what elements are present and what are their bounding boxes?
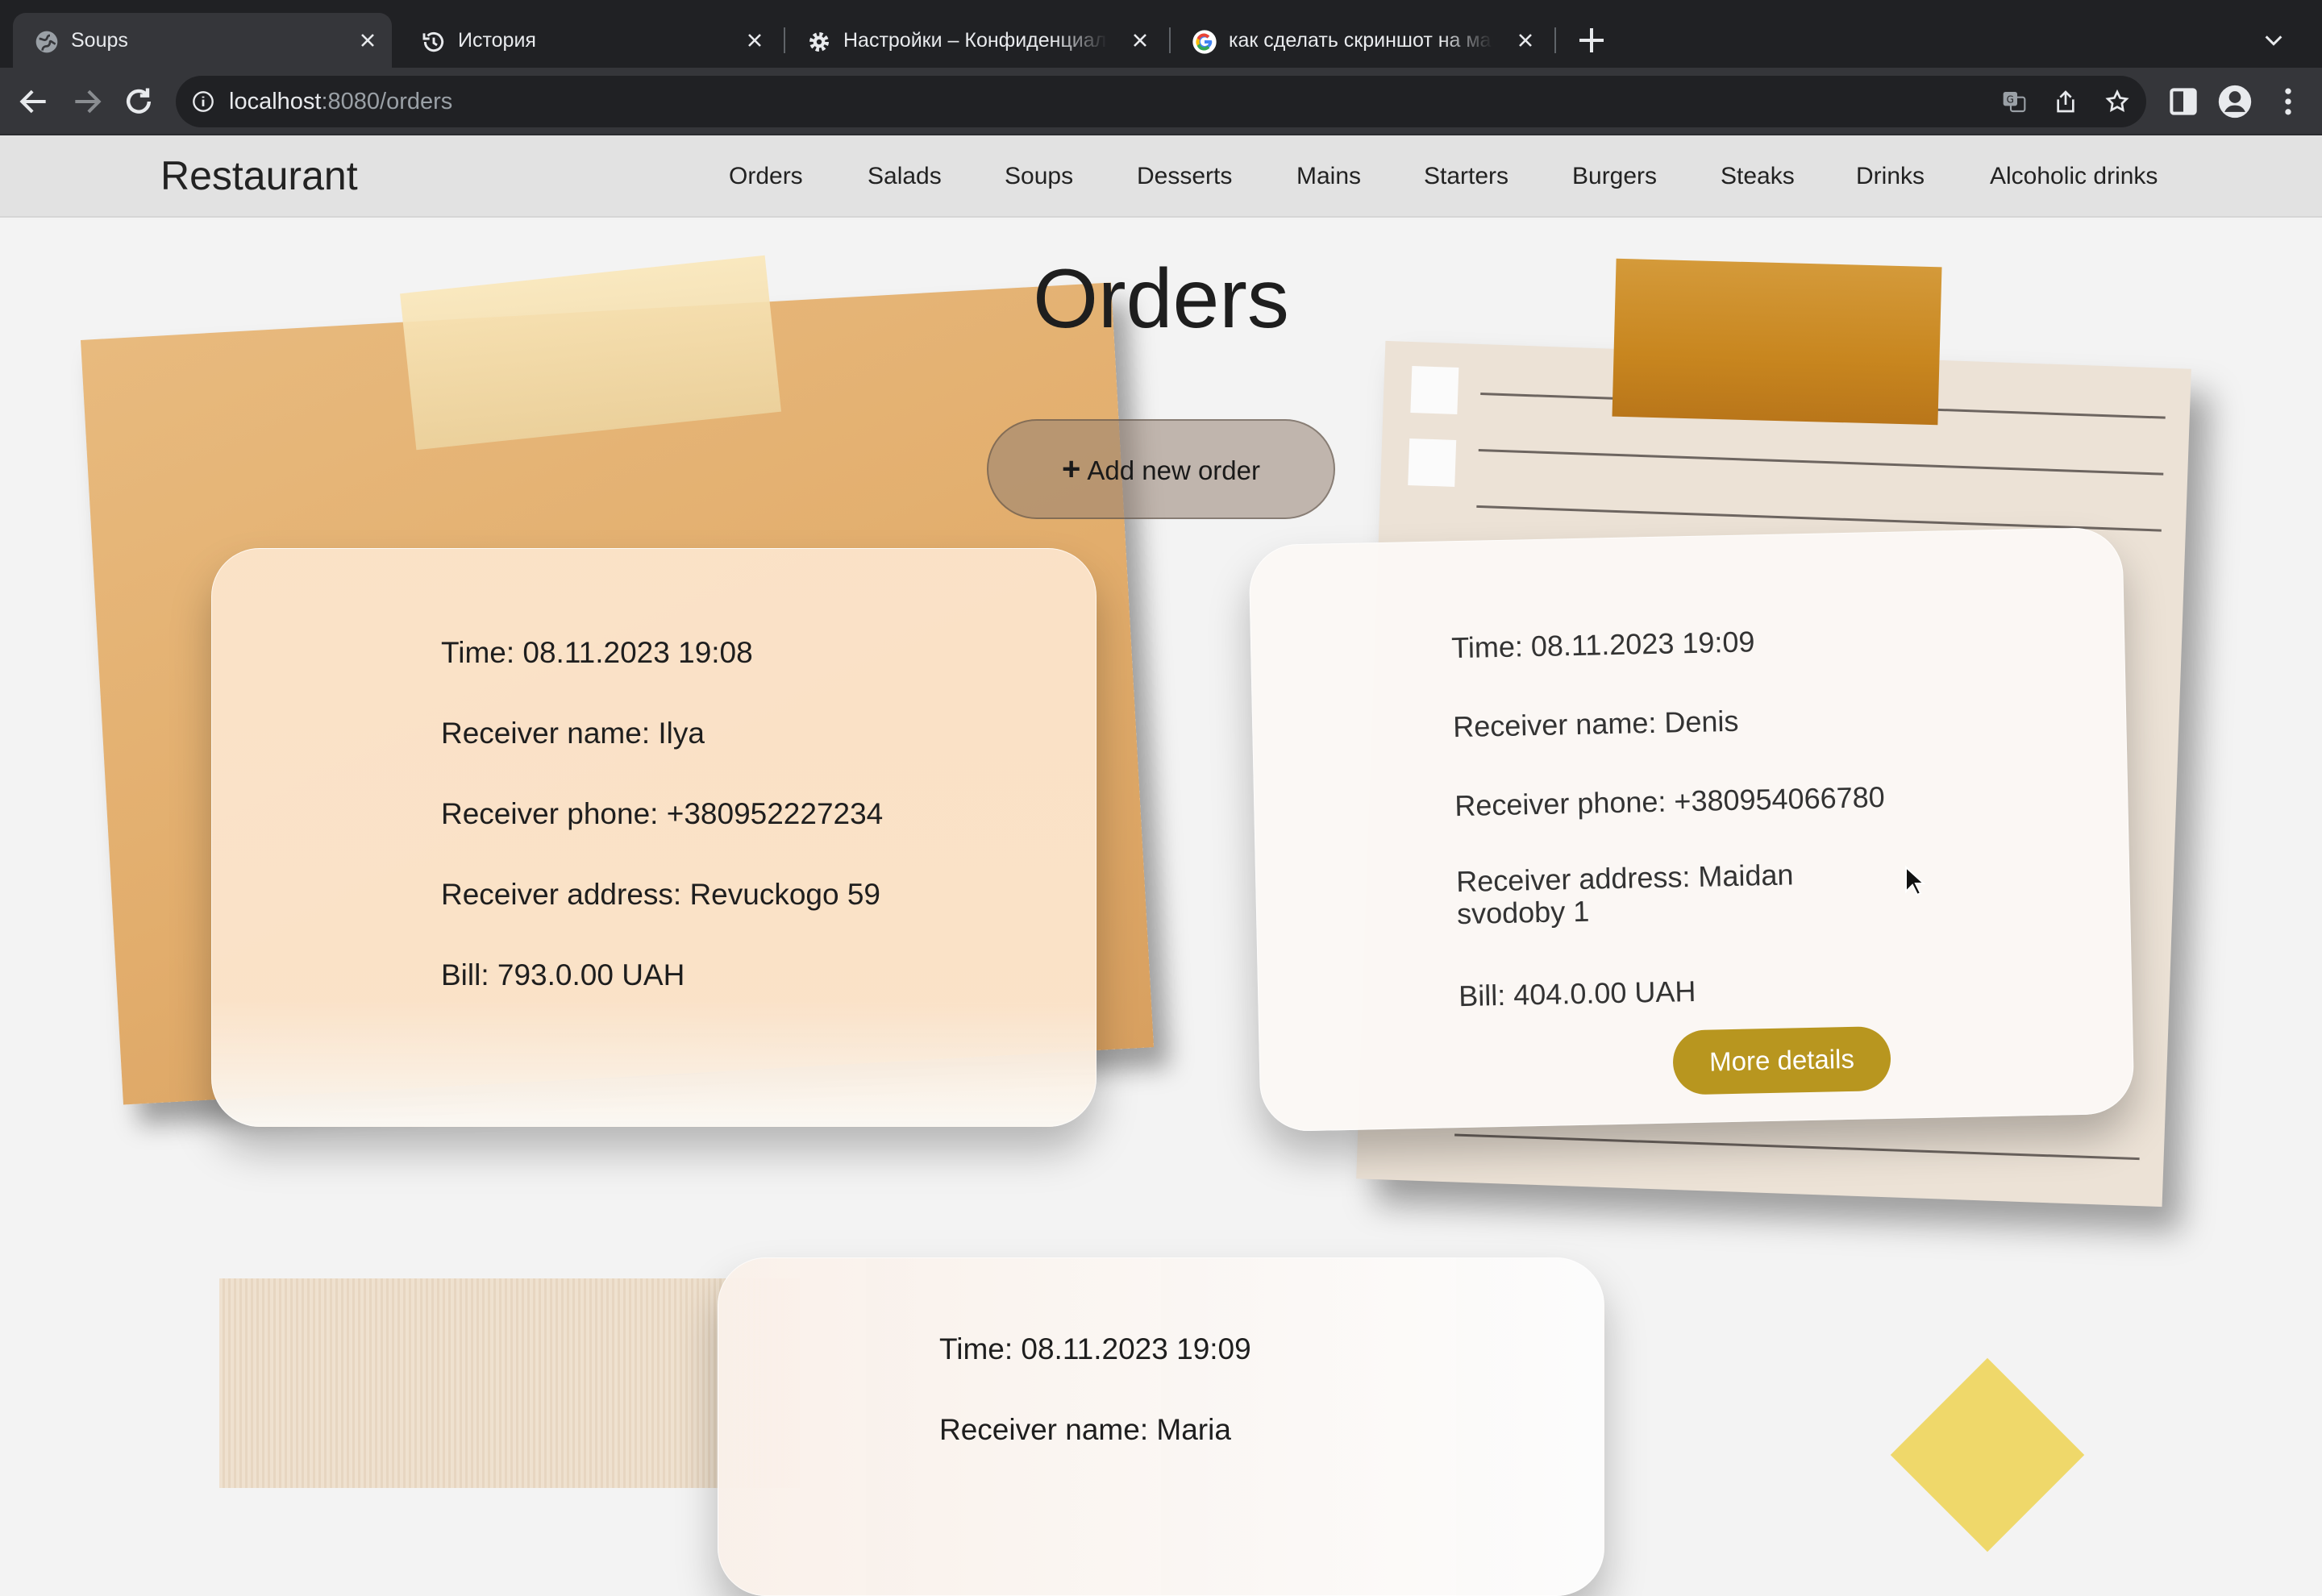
order-card: Time: 08.11.2023 19:09 Receiver name: De… [1248,526,2135,1133]
more-details-button[interactable]: More details [1672,1025,1891,1095]
browser-tab-strip: Soups История Настройки – Конфиденциальн… [0,0,2322,68]
nav-item-steaks[interactable]: Steaks [1721,135,1795,218]
tab-settings[interactable]: Настройки – Конфиденциальность [785,13,1164,68]
gear-icon [809,32,829,52]
order-time: Time: 08.11.2023 19:09 [1450,625,1755,665]
nav-item-alcoholic-drinks[interactable]: Alcoholic drinks [1990,135,2158,218]
mouse-cursor-icon [1905,866,1925,896]
binder-hole [1408,438,1457,487]
order-receiver-address: Receiver address: Maidan svodoby 1 [1455,858,1794,931]
profile-avatar-icon[interactable] [2217,84,2253,119]
share-icon[interactable] [2053,89,2079,114]
order-receiver-name: Receiver name: Ilya [441,717,705,750]
url-path: :8080/orders [321,89,453,114]
ruled-line [1454,1133,2140,1161]
browser-toolbar: localhost:8080/orders G [0,68,2322,135]
history-icon [422,31,444,52]
side-panel-icon[interactable] [2166,84,2201,119]
order-receiver-phone: Receiver phone: +380954066780 [1454,779,1886,823]
order-time: Time: 08.11.2023 19:09 [939,1332,1251,1365]
kebab-menu-icon[interactable] [2270,84,2306,119]
chevron-down-icon[interactable] [2261,29,2287,52]
tab-history[interactable]: История [400,13,779,68]
textured-paper-decoration [219,1278,800,1488]
nav-item-drinks[interactable]: Drinks [1856,135,1925,218]
globe-icon [35,31,58,53]
order-receiver-name: Receiver name: Maria [939,1413,1231,1446]
nav-item-desserts[interactable]: Desserts [1137,135,1232,218]
ruled-line [1478,448,2164,476]
url-text: localhost:8080/orders [229,76,452,127]
nav-item-burgers[interactable]: Burgers [1572,135,1657,218]
order-time: Time: 08.11.2023 19:08 [441,636,753,669]
nav-item-orders[interactable]: Orders [729,135,803,218]
order-bill: Bill: 404.0.00 UAH [1458,974,1696,1013]
translate-icon[interactable]: G [2001,89,2027,114]
close-icon[interactable] [358,31,377,50]
info-icon[interactable] [192,90,214,113]
tab-title: Soups [71,29,128,52]
google-icon [1192,30,1217,54]
add-new-order-button[interactable]: + Add new order [987,419,1335,519]
order-bill: Bill: 793.0.00 UAH [441,958,685,991]
add-new-order-label: Add new order [1087,455,1260,485]
bookmark-star-icon[interactable] [2104,89,2130,114]
binder-hole [1410,366,1459,415]
page-title: Orders [1033,252,1289,346]
order-receiver-phone: Receiver phone: +380952227234 [441,797,884,830]
nav-item-mains[interactable]: Mains [1296,135,1361,218]
svg-text:G: G [2007,94,2014,105]
nav-item-soups[interactable]: Soups [1005,135,1073,218]
tab-title: как сделать скриншот на маке [1229,29,1493,52]
plus-icon: + [1062,451,1081,487]
url-host: localhost [229,89,322,114]
tab-soups[interactable]: Soups [13,13,392,68]
reload-icon[interactable] [121,84,156,119]
tab-google-search[interactable]: как сделать скриншот на маке [1171,13,1550,68]
tab-title: История [458,29,536,52]
close-icon[interactable] [745,31,764,50]
close-icon[interactable] [1516,31,1535,50]
sticky-note-decoration [1890,1357,2085,1552]
back-arrow-icon[interactable] [16,84,52,119]
address-bar[interactable]: localhost:8080/orders G [176,76,2146,127]
forward-arrow-icon[interactable] [69,84,105,119]
order-card: Time: 08.11.2023 19:08 Receiver name: Il… [211,548,1096,1127]
order-receiver-name: Receiver name: Denis [1452,704,1739,744]
close-icon[interactable] [1130,31,1150,50]
brand-logo[interactable]: Restaurant [160,135,358,216]
tab-title: Настройки – Конфиденциальность [843,29,1108,52]
nav-item-starters[interactable]: Starters [1424,135,1508,218]
tab-separator [1554,27,1556,53]
order-card: Time: 08.11.2023 19:09 Receiver name: Ma… [718,1257,1604,1596]
site-navbar: Restaurant Orders Salads Soups Desserts … [0,135,2322,218]
nav-item-salads[interactable]: Salads [868,135,942,218]
new-tab-plus-icon[interactable] [1575,24,1608,56]
order-receiver-address: Receiver address: Revuckogo 59 [441,878,881,911]
